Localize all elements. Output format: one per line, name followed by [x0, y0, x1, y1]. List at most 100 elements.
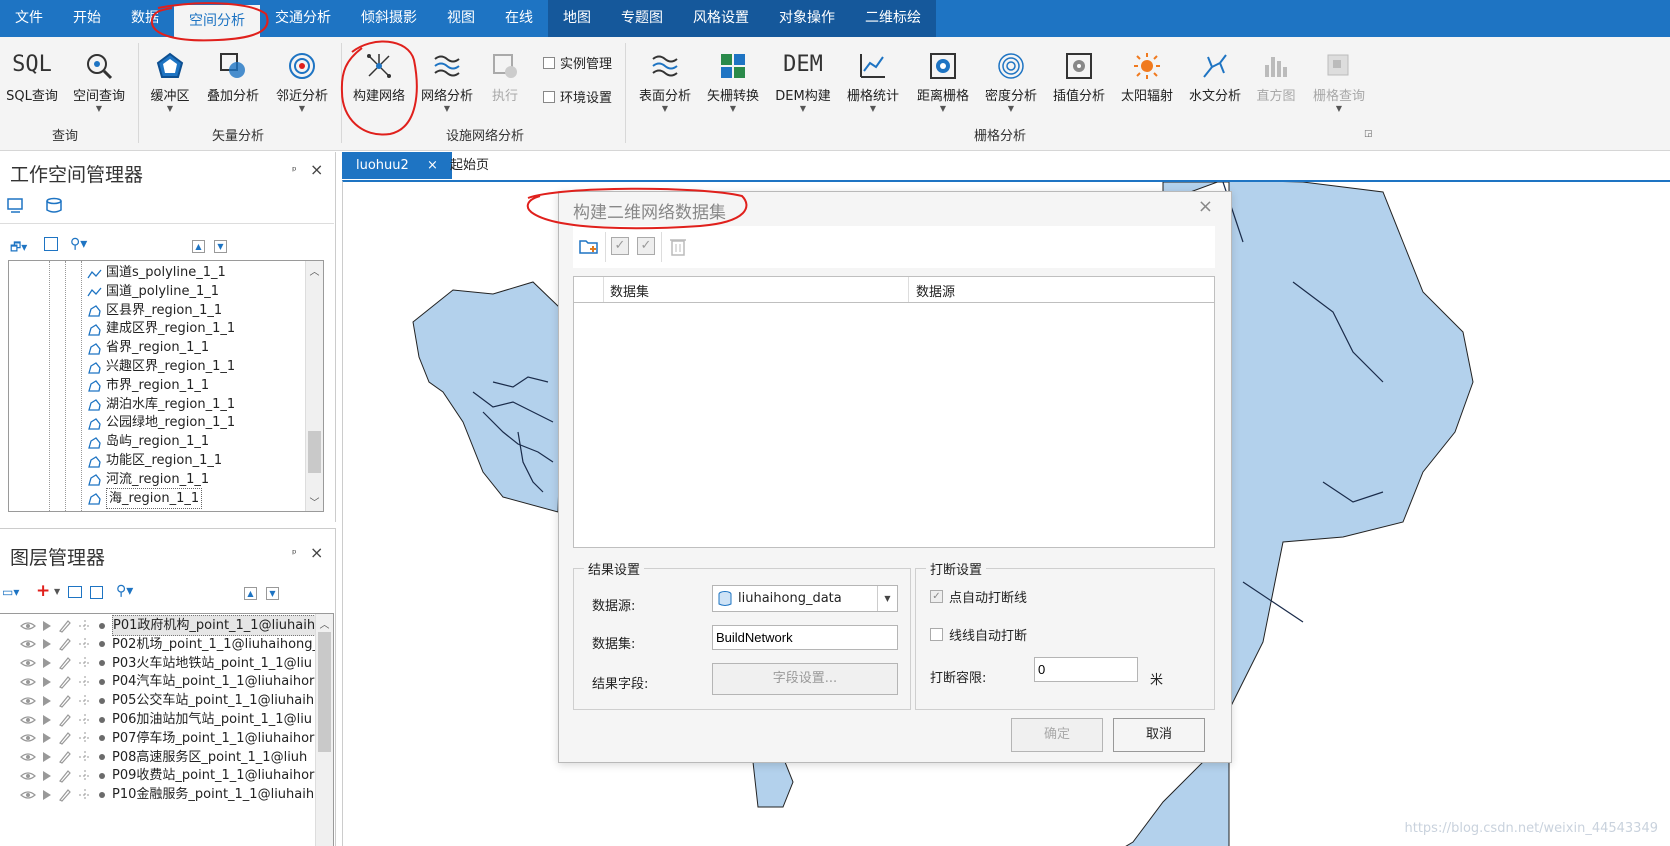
visibility-icon[interactable] — [20, 658, 36, 668]
move-down-icon[interactable]: ▼ — [266, 587, 279, 600]
layer-save-icon[interactable] — [90, 586, 103, 599]
visibility-icon[interactable] — [20, 715, 36, 725]
snap-icon[interactable] — [78, 788, 92, 802]
selectable-icon[interactable] — [42, 695, 52, 707]
chevron-down-icon[interactable]: ▼ — [877, 586, 897, 611]
tree-item[interactable]: 河流_region_1_1 — [87, 470, 209, 489]
menu-tab-spatial-analysis[interactable]: 空间分析 — [174, 5, 260, 37]
density-analysis-button[interactable]: 密度分析 ▼ — [980, 41, 1042, 117]
visibility-icon[interactable] — [20, 621, 36, 631]
editable-icon[interactable] — [58, 713, 72, 727]
visibility-icon[interactable] — [20, 639, 36, 649]
tree-item[interactable]: 海_region_1_1 — [87, 487, 203, 509]
close-icon[interactable]: × — [310, 543, 323, 562]
tree-item[interactable]: 湖泊水库_region_1_1 — [87, 395, 235, 414]
break-tolerance-input[interactable] — [1034, 657, 1138, 682]
sql-query-button[interactable]: SQL SQL查询 — [4, 41, 60, 117]
snap-icon[interactable] — [78, 713, 92, 727]
tree-item[interactable]: 建成区界_region_1_1 — [87, 319, 235, 338]
workspace-toolbar-open-icon[interactable]: 🗗▾ — [10, 238, 27, 259]
dataset-name-input[interactable] — [712, 625, 898, 650]
layer-row[interactable]: P09收费站_point_1_1@liuhaihor — [20, 766, 314, 785]
editable-icon[interactable] — [58, 788, 72, 802]
editable-icon[interactable] — [58, 750, 72, 764]
close-icon[interactable]: × — [310, 160, 323, 179]
tree-item[interactable]: 兴趣区界_region_1_1 — [87, 357, 235, 376]
move-up-icon[interactable]: ▲ — [244, 587, 257, 600]
selectable-icon[interactable] — [42, 620, 52, 632]
menu-tab-thematic[interactable]: 专题图 — [606, 0, 678, 37]
spatial-query-button[interactable]: 空间查询 ▼ — [68, 41, 130, 117]
snap-icon[interactable] — [78, 731, 92, 745]
tree-item[interactable]: 岛屿_region_1_1 — [87, 432, 209, 451]
layer-row[interactable]: P05公交车站_point_1_1@liuhaih — [20, 691, 314, 710]
editable-icon[interactable] — [58, 769, 72, 783]
cancel-button[interactable]: 取消 — [1113, 718, 1205, 752]
visibility-icon[interactable] — [20, 790, 36, 800]
visibility-icon[interactable] — [20, 696, 36, 706]
layer-scrollbar[interactable]: ︿ — [315, 614, 333, 846]
add-dataset-icon[interactable] — [579, 237, 599, 255]
search-icon[interactable]: ⚲▾ — [116, 583, 133, 599]
layer-row[interactable]: P03火车站地铁站_point_1_1@liu — [20, 654, 312, 673]
menu-tab-start[interactable]: 开始 — [58, 0, 116, 37]
table-header-dataset[interactable]: 数据集 — [610, 281, 649, 300]
snap-icon[interactable] — [78, 637, 92, 651]
layer-row[interactable]: P08高速服务区_point_1_1@liuh — [20, 748, 307, 767]
workspace-view-icon[interactable] — [6, 196, 26, 216]
snap-icon[interactable] — [78, 675, 92, 689]
interpolation-button[interactable]: 插值分析 — [1048, 41, 1110, 117]
tree-item[interactable]: 省界_region_1_1 — [87, 338, 209, 357]
pin-icon[interactable]: ᵖ — [292, 164, 297, 177]
table-header-datasource[interactable]: 数据源 — [916, 281, 955, 300]
buffer-button[interactable]: 缓冲区 ▼ — [146, 41, 194, 117]
visibility-icon[interactable] — [20, 733, 36, 743]
selectable-icon[interactable] — [42, 676, 52, 688]
line-auto-break-checkbox[interactable]: 线线自动打断 — [930, 625, 1027, 644]
layer-row[interactable]: P07停车场_point_1_1@liuhaihor — [20, 729, 314, 748]
selectable-icon[interactable] — [42, 714, 52, 726]
select-inverse-icon[interactable]: ✓ — [637, 237, 655, 255]
selectable-icon[interactable] — [42, 657, 52, 669]
select-all-icon[interactable]: ✓ — [611, 237, 629, 255]
menu-tab-online[interactable]: 在线 — [490, 0, 548, 37]
snap-icon[interactable] — [78, 750, 92, 764]
scroll-up-icon[interactable]: ︿ — [316, 616, 333, 631]
workspace-scrollbar[interactable]: ︿ ﹀ — [305, 261, 323, 511]
point-auto-break-checkbox[interactable]: ✓ 点自动打断线 — [930, 587, 1027, 606]
chevron-down-icon[interactable]: ▼ — [54, 587, 60, 596]
layer-row[interactable]: P02机场_point_1_1@liuhaihong_ — [20, 635, 319, 654]
selectable-icon[interactable] — [42, 638, 52, 650]
menu-tab-traffic-analysis[interactable]: 交通分析 — [260, 0, 346, 37]
menu-tab-object-ops[interactable]: 对象操作 — [764, 0, 850, 37]
snap-icon[interactable] — [78, 656, 92, 670]
menu-tab-style[interactable]: 风格设置 — [678, 0, 764, 37]
workspace-toolbar-properties-icon[interactable] — [44, 237, 58, 251]
raster-stats-button[interactable]: 栅格统计 ▼ — [842, 41, 904, 117]
network-analysis-button[interactable]: 网络分析 ▼ — [416, 41, 478, 117]
doc-tab-start-page[interactable]: 起始页 — [436, 152, 503, 179]
editable-icon[interactable] — [58, 694, 72, 708]
pin-icon[interactable]: ᵖ — [292, 547, 297, 560]
datasource-select[interactable]: liuhaihong_data ▼ — [712, 585, 898, 612]
close-icon[interactable]: × — [1198, 196, 1213, 217]
search-icon[interactable]: ⚲▾ — [70, 236, 87, 252]
menu-tab-view[interactable]: 视图 — [432, 0, 490, 37]
scrollbar-thumb[interactable] — [318, 632, 331, 752]
distance-raster-button[interactable]: 距离栅格 ▼ — [912, 41, 974, 117]
selectable-icon[interactable] — [42, 751, 52, 763]
env-settings-checkbox[interactable]: 环境设置 — [543, 87, 612, 106]
visibility-icon[interactable] — [20, 771, 36, 781]
hydrology-button[interactable]: 水文分析 — [1184, 41, 1246, 117]
vector-raster-convert-button[interactable]: 矢栅转换 ▼ — [702, 41, 764, 117]
solar-radiation-button[interactable]: 太阳辐射 — [1116, 41, 1178, 117]
build-network-button[interactable]: 构建网络 — [348, 41, 410, 117]
surface-analysis-button[interactable]: 表面分析 ▼ — [634, 41, 696, 117]
field-settings-button[interactable]: 字段设置... — [712, 663, 898, 695]
selectable-icon[interactable] — [42, 789, 52, 801]
overlay-button[interactable]: 叠加分析 — [202, 41, 264, 117]
ok-button[interactable]: 确定 — [1011, 718, 1103, 752]
menu-tab-oblique-photo[interactable]: 倾斜摄影 — [346, 0, 432, 37]
editable-icon[interactable] — [58, 675, 72, 689]
raster-query-button[interactable]: 栅格查询 ▼ — [1308, 41, 1370, 117]
